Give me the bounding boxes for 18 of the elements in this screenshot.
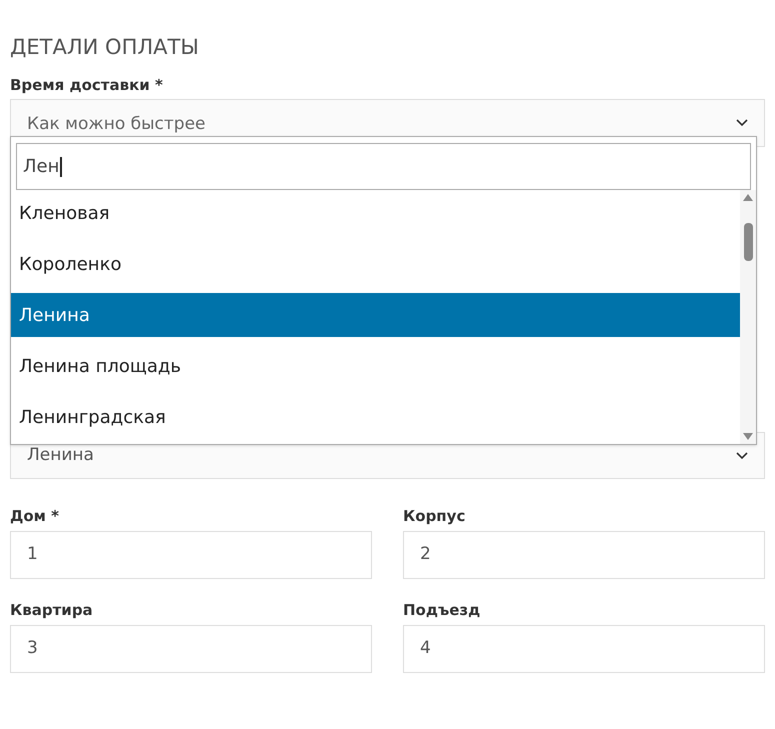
section-heading: ДЕТАЛИ ОПЛАТЫ bbox=[10, 34, 199, 60]
text-input[interactable]: 2 bbox=[403, 531, 765, 579]
text-input[interactable]: 4 bbox=[403, 625, 765, 673]
field-label: Время доставки * bbox=[10, 76, 163, 94]
search-field[interactable]: Лен bbox=[16, 143, 751, 190]
field-label: Подъезд bbox=[403, 601, 480, 619]
text-input[interactable]: 1 bbox=[10, 531, 372, 579]
scrollbar[interactable] bbox=[740, 190, 756, 444]
chevron-down-icon bbox=[736, 119, 748, 127]
field-label: Квартира bbox=[10, 601, 93, 619]
text-input[interactable]: 3 bbox=[10, 625, 372, 673]
field-label: Корпус bbox=[403, 507, 466, 525]
scroll-down-icon[interactable] bbox=[743, 433, 753, 440]
field-label: Дом * bbox=[10, 507, 59, 525]
scroll-up-icon[interactable] bbox=[743, 194, 753, 201]
chevron-down-icon bbox=[736, 452, 748, 460]
scrollbar-thumb[interactable] bbox=[744, 223, 752, 261]
dropdown-option[interactable]: Ленина bbox=[11, 293, 740, 337]
